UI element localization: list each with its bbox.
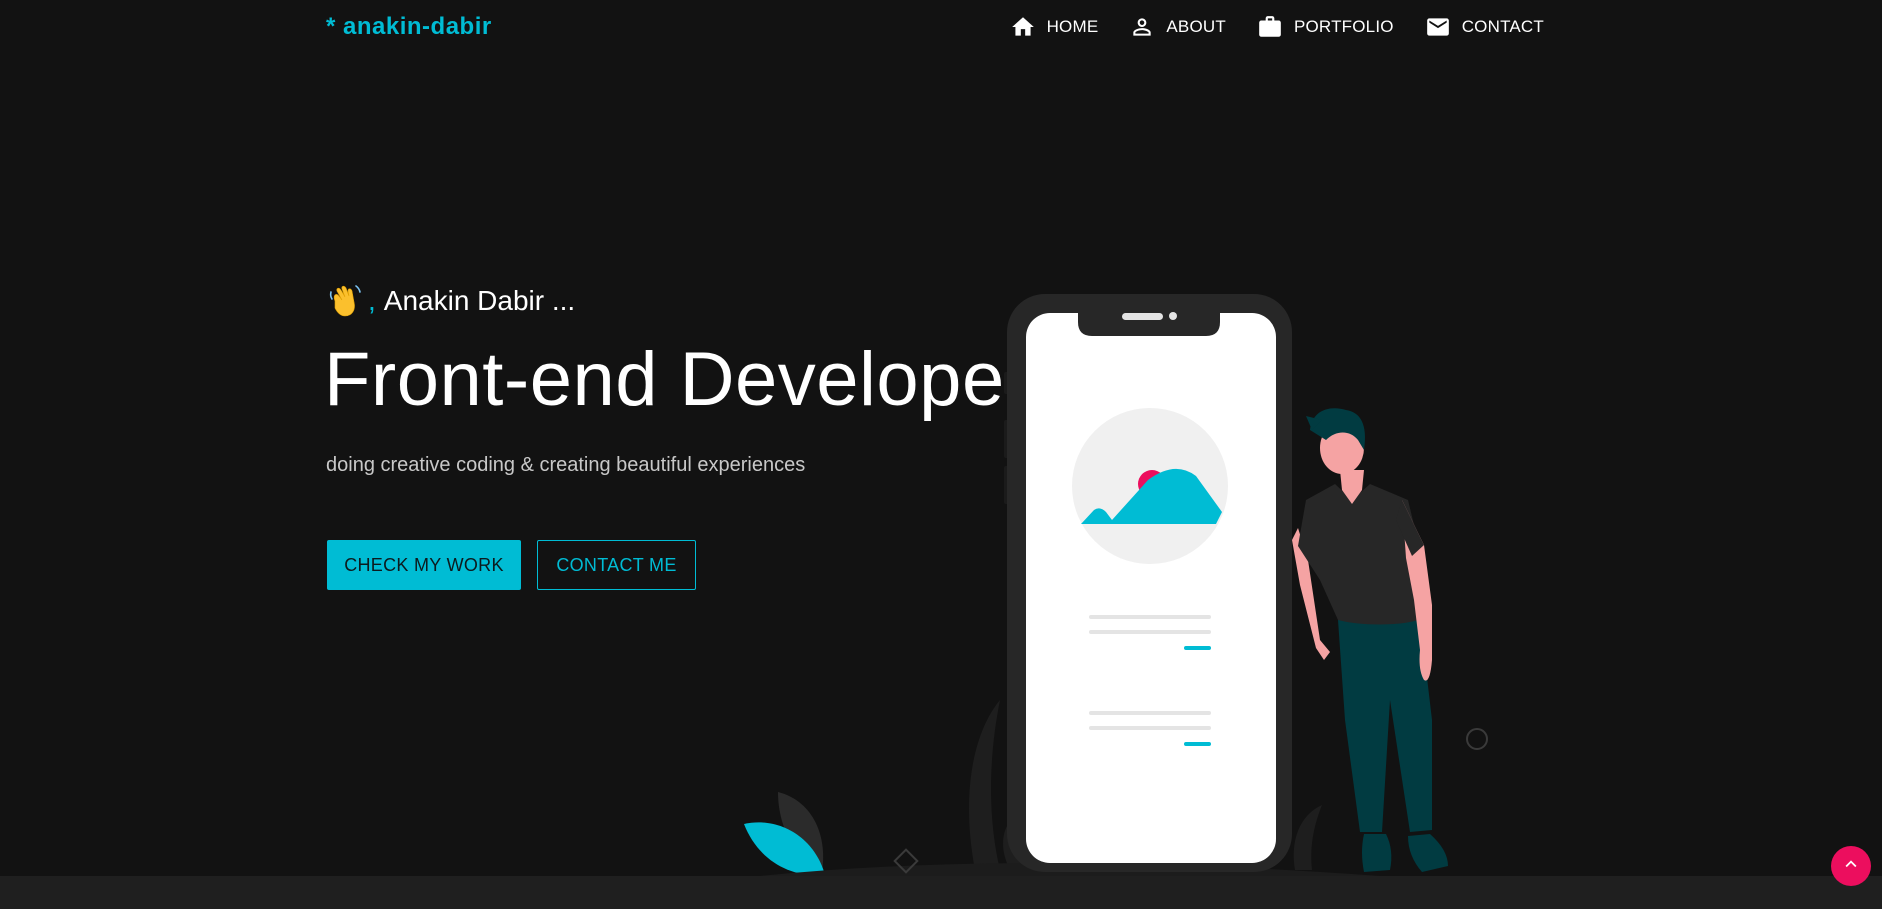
greeting: , Anakin Dabir ... [326, 282, 575, 320]
nav-item-label: CONTACT [1461, 17, 1544, 36]
nav-item-label: HOME [1046, 17, 1099, 36]
nav-item-label: ABOUT [1166, 17, 1226, 36]
hero-illustration [744, 294, 1488, 876]
briefcase-icon [1257, 14, 1283, 40]
greeting-comma: , [368, 285, 376, 316]
person-icon [1129, 14, 1155, 40]
nav-item-label: PORTFOLIO [1293, 17, 1394, 36]
scroll-to-top-button[interactable] [1831, 846, 1871, 886]
mail-icon [1425, 14, 1451, 40]
nav-item-about[interactable]: ABOUT [1129, 14, 1226, 40]
contact-me-button[interactable]: CONTACT ME [537, 540, 696, 590]
chevron-up-icon [1840, 853, 1862, 880]
main-nav: HOME ABOUT PORTFOLIO CONTACT [1010, 14, 1544, 40]
home-icon [1010, 14, 1036, 40]
page: * anakin-dabir HOME ABOUT PORTFOLIO CONT… [0, 0, 1882, 909]
nav-item-contact[interactable]: CONTACT [1425, 14, 1544, 40]
nav-item-portfolio[interactable]: PORTFOLIO [1257, 14, 1394, 40]
greeting-name: Anakin Dabir ... [383, 285, 576, 316]
check-my-work-button[interactable]: CHECK MY WORK [327, 540, 521, 590]
navbar: * anakin-dabir HOME ABOUT PORTFOLIO CONT… [0, 0, 1882, 58]
bottom-bar [0, 876, 1882, 909]
brand-logo[interactable]: * anakin-dabir [326, 13, 492, 41]
waving-hand-icon [326, 282, 364, 320]
nav-item-home[interactable]: HOME [1010, 14, 1099, 40]
